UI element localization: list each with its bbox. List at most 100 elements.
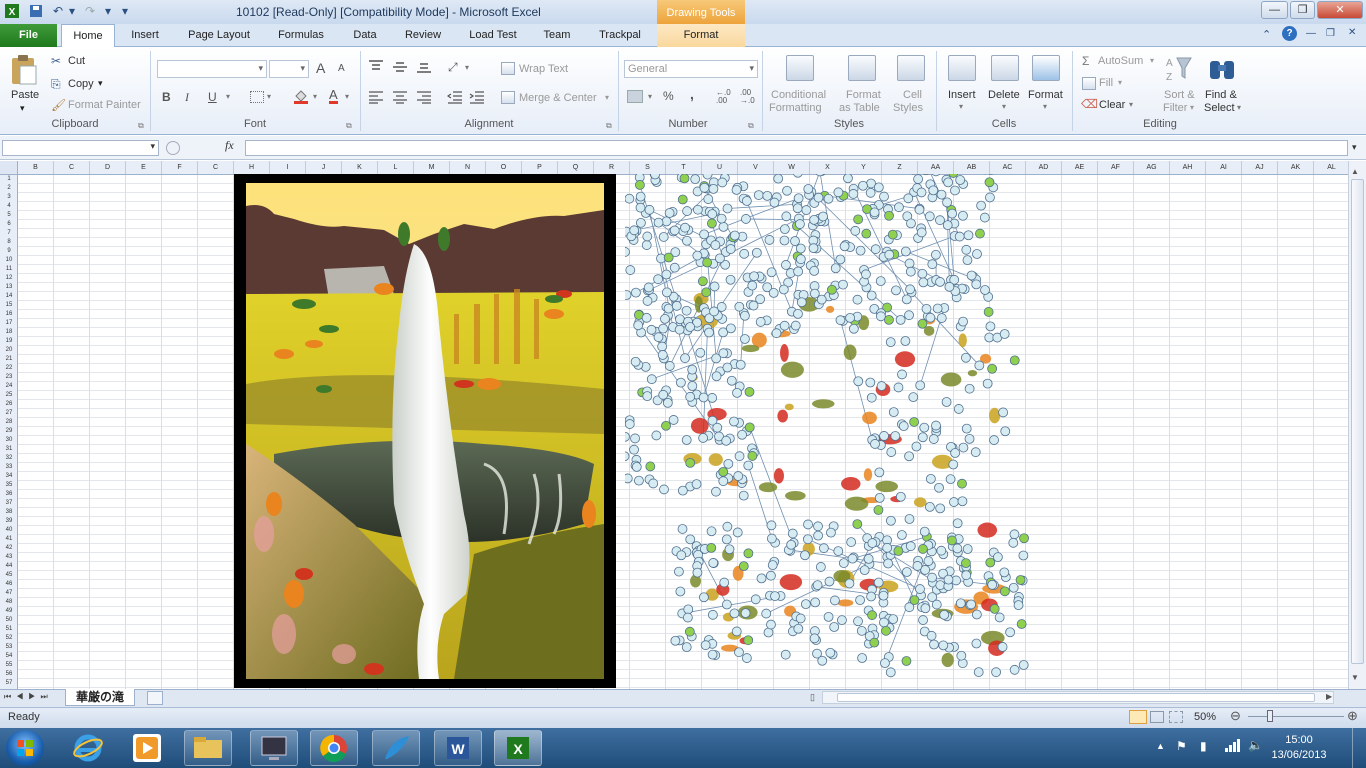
row-header[interactable]: 51	[0, 625, 17, 634]
waterfall-picture[interactable]	[234, 174, 616, 688]
scroll-down-icon[interactable]: ▼	[1351, 673, 1359, 682]
minimize-button[interactable]: —	[1261, 1, 1288, 19]
row-header[interactable]: 20	[0, 346, 17, 355]
number-format-dropdown[interactable]: General ▾	[624, 60, 758, 78]
font-name-dropdown[interactable]: ▾	[157, 60, 267, 78]
format-painter-button[interactable]: Format Painter	[68, 99, 141, 111]
zoom-slider-thumb[interactable]	[1267, 710, 1273, 722]
font-size-dropdown[interactable]: ▾	[269, 60, 309, 78]
wrap-text-icon[interactable]	[501, 62, 515, 75]
clear-dropdown-icon[interactable]: ▾	[1129, 100, 1133, 109]
zoom-level[interactable]: 50%	[1194, 711, 1216, 723]
column-header[interactable]: AL	[1314, 161, 1348, 174]
merge-dropdown-icon[interactable]: ▾	[605, 93, 609, 102]
row-header[interactable]: 28	[0, 418, 17, 427]
column-header[interactable]: E	[126, 161, 162, 174]
vertical-scroll-thumb[interactable]	[1351, 179, 1364, 664]
row-header[interactable]: 8	[0, 238, 17, 247]
row-header[interactable]: 55	[0, 661, 17, 670]
row-header[interactable]: 23	[0, 373, 17, 382]
format-as-table-icon[interactable]	[848, 55, 876, 81]
row-header[interactable]: 2	[0, 184, 17, 193]
column-header[interactable]: M	[414, 161, 450, 174]
row-header[interactable]: 26	[0, 400, 17, 409]
orientation-dropdown-icon[interactable]: ▾	[465, 63, 469, 72]
column-header[interactable]: AD	[1026, 161, 1062, 174]
alignment-launcher-icon[interactable]: ⧉	[606, 121, 612, 131]
delete-cells-button[interactable]: Delete	[988, 89, 1020, 101]
tab-insert[interactable]: Insert	[122, 24, 168, 47]
font-launcher-icon[interactable]: ⧉	[346, 121, 352, 131]
row-header[interactable]: 40	[0, 526, 17, 535]
conditional-formatting-icon[interactable]	[786, 55, 814, 81]
sort-dropdown-icon[interactable]: ▾	[1190, 103, 1194, 112]
row-header[interactable]: 7	[0, 229, 17, 238]
tab-review[interactable]: Review	[398, 24, 448, 47]
wb-close-icon[interactable]: ✕	[1348, 27, 1356, 38]
row-header[interactable]: 27	[0, 409, 17, 418]
merge-center-icon[interactable]	[501, 91, 515, 104]
column-header[interactable]: AC	[990, 161, 1026, 174]
row-header[interactable]: 22	[0, 364, 17, 373]
shape-network-drawing[interactable]	[611, 164, 1050, 689]
excel-logo-icon[interactable]: X	[4, 3, 20, 19]
select-all-corner[interactable]	[0, 161, 18, 175]
paste-label[interactable]: Paste	[11, 89, 39, 101]
scroll-up-icon[interactable]: ▲	[1351, 167, 1359, 176]
wb-minimize-icon[interactable]: —	[1306, 28, 1316, 39]
row-header[interactable]: 34	[0, 472, 17, 481]
insert-cells-button[interactable]: Insert	[948, 89, 976, 101]
align-center-icon[interactable]	[392, 90, 408, 104]
row-header[interactable]: 43	[0, 553, 17, 562]
insert-sheet-icon[interactable]	[147, 691, 163, 705]
shrink-font-button[interactable]: A	[338, 63, 345, 74]
row-header[interactable]: 46	[0, 580, 17, 589]
comma-button[interactable]: ,	[690, 86, 694, 102]
row-header[interactable]: 30	[0, 436, 17, 445]
format-as-table-label-2[interactable]: as Table	[839, 102, 880, 114]
tab-home[interactable]: Home	[61, 24, 115, 48]
format-painter-icon[interactable]: 🖌	[51, 98, 66, 112]
row-header[interactable]: 56	[0, 670, 17, 679]
find-select-label[interactable]: Find &	[1205, 89, 1237, 101]
row-header[interactable]: 17	[0, 319, 17, 328]
conditional-formatting-label-2[interactable]: Formatting	[769, 102, 822, 114]
column-header[interactable]: T	[666, 161, 702, 174]
row-header[interactable]: 3	[0, 193, 17, 202]
name-box[interactable]: ▾	[2, 140, 159, 156]
column-header[interactable]: C	[198, 161, 234, 174]
redo-dropdown-icon[interactable]: ▾	[100, 3, 116, 19]
row-header[interactable]: 11	[0, 265, 17, 274]
explorer-taskbar-button[interactable]	[184, 730, 232, 766]
find-dropdown-icon[interactable]: ▾	[1237, 103, 1241, 112]
start-button[interactable]	[6, 730, 44, 766]
align-top-icon[interactable]	[368, 60, 384, 74]
column-header[interactable]: AF	[1098, 161, 1134, 174]
row-header[interactable]: 25	[0, 391, 17, 400]
row-header[interactable]: 54	[0, 652, 17, 661]
feather-app-taskbar-button[interactable]	[372, 730, 420, 766]
column-header[interactable]: P	[522, 161, 558, 174]
row-header[interactable]: 38	[0, 508, 17, 517]
row-header[interactable]: 57	[0, 679, 17, 688]
bold-button[interactable]: B	[162, 90, 171, 104]
percent-button[interactable]: %	[663, 89, 674, 103]
insert-function-button[interactable]: fx	[225, 138, 234, 153]
column-header[interactable]: N	[450, 161, 486, 174]
cell-styles-label-2[interactable]: Styles	[893, 102, 923, 114]
paste-icon[interactable]	[10, 54, 38, 86]
row-header[interactable]: 32	[0, 454, 17, 463]
orientation-icon[interactable]: ⤢	[448, 60, 458, 75]
volume-icon[interactable]: 🔈	[1248, 738, 1263, 752]
conditional-formatting-label[interactable]: Conditional	[771, 89, 826, 101]
column-header[interactable]: W	[774, 161, 810, 174]
row-header[interactable]: 44	[0, 562, 17, 571]
wrap-text-button[interactable]: Wrap Text	[519, 63, 568, 75]
formula-bar-expand-icon[interactable]	[166, 141, 180, 155]
copy-dropdown-icon[interactable]: ▾	[98, 78, 103, 89]
sort-filter-label-2[interactable]: Filter	[1163, 102, 1187, 114]
column-header[interactable]: AB	[954, 161, 990, 174]
increase-decimal-icon[interactable]: ←.0.00	[716, 89, 731, 105]
zoom-out-icon[interactable]: ⊖	[1230, 708, 1241, 724]
row-header[interactable]: 15	[0, 301, 17, 310]
